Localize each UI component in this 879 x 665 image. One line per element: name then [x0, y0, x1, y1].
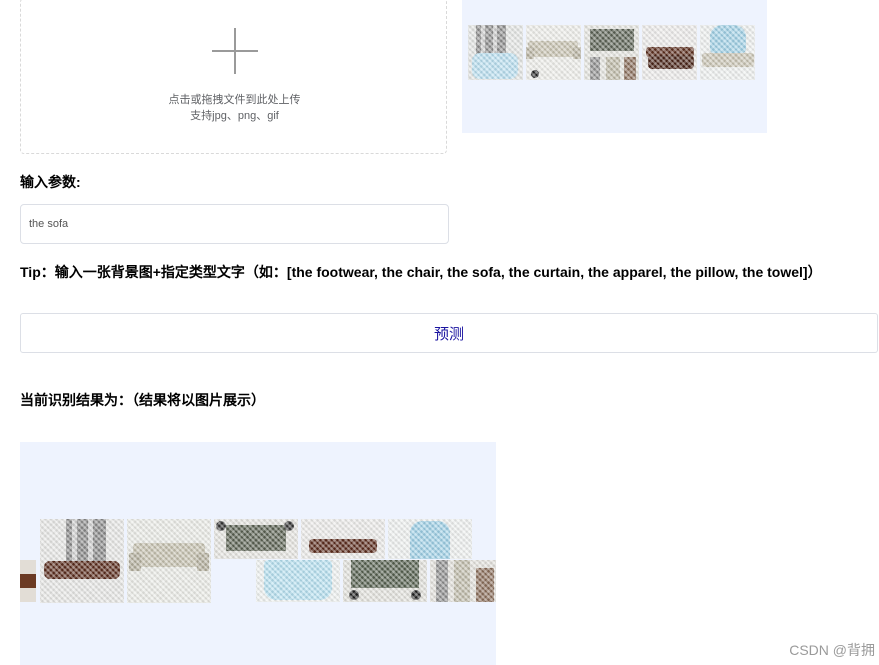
upload-formats: 支持jpg、png、gif: [190, 110, 279, 122]
watermark: CSDN @背拥: [789, 642, 875, 658]
params-input[interactable]: [20, 204, 449, 244]
result-label: 当前识别结果为：（结果将以图片展示）: [20, 392, 265, 408]
predict-button[interactable]: 预测: [20, 313, 878, 353]
result-thumb-curtain-towel: [40, 519, 124, 603]
preview-thumb-apparel-sofa: [700, 25, 755, 80]
preview-thumb-sofa: [526, 25, 581, 80]
preview-thumb-curtain-apparel: [468, 25, 523, 80]
result-thumb-pillow: [214, 519, 298, 559]
result-thumb-pillow-bottom: [343, 560, 427, 602]
preview-thumbnail-strip: [468, 25, 758, 80]
result-thumb-apparel: [256, 560, 340, 602]
upload-hint: 点击或拖拽文件到此处上传: [168, 94, 301, 106]
plus-icon: [212, 28, 258, 74]
preview-thumb-towel: [642, 25, 697, 80]
result-thumb-edge: [20, 560, 36, 602]
result-thumb-curtain-room: [430, 560, 496, 602]
result-thumb-towel: [301, 519, 385, 559]
page: 点击或拖拽文件到此处上传 支持jpg、png、gif 输入参数: the sof…: [0, 0, 879, 665]
result-thumb-apparel-top: [388, 519, 472, 559]
upload-dropzone[interactable]: 点击或拖拽文件到此处上传 支持jpg、png、gif: [20, 0, 447, 154]
uploaded-image-preview: [462, 0, 767, 133]
result-thumb-sofa: [127, 519, 211, 603]
params-label: 输入参数:: [20, 174, 81, 190]
result-image: [20, 442, 496, 665]
preview-thumb-pillow-curtain: [584, 25, 639, 80]
tip-text: Tip：输入一张背景图+指定类型文字（如：[the footwear, the …: [20, 264, 822, 280]
